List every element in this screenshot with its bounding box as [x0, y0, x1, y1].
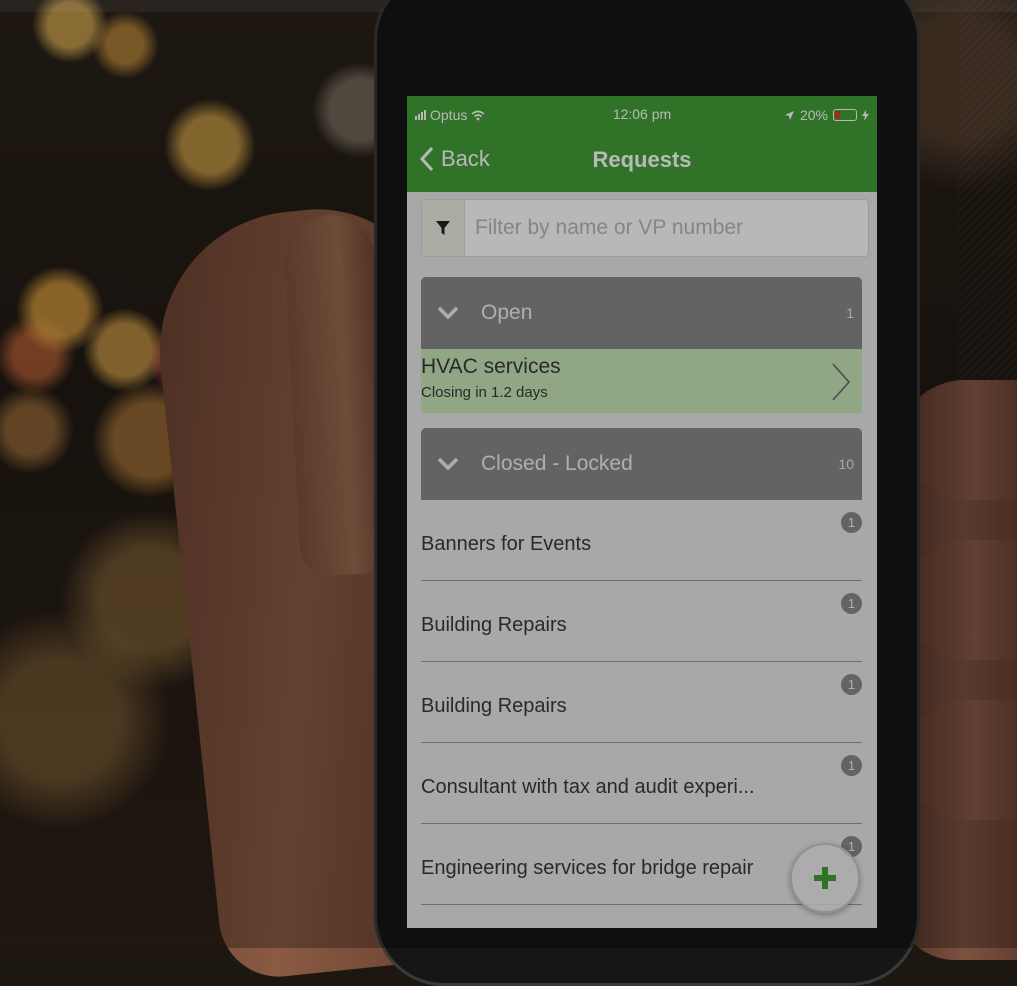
count-badge: 1 [841, 755, 862, 776]
filter-bar [421, 199, 869, 257]
filter-input[interactable] [465, 216, 868, 240]
list-item[interactable]: Banners for Events 1 [421, 500, 862, 581]
finger [905, 700, 1017, 820]
count-badge: 1 [841, 593, 862, 614]
plus-icon [814, 867, 836, 889]
item-title: Building Repairs [421, 695, 567, 717]
item-title: Engineering services for bridge repair [421, 857, 754, 879]
section-header-closed[interactable]: Closed - Locked 10 [421, 428, 862, 500]
section-count: 10 [838, 456, 854, 472]
chevron-right-icon [832, 363, 851, 401]
section-label: Open [481, 301, 533, 324]
list-item[interactable]: Building Repairs 1 [421, 581, 862, 662]
item-subtitle: Closing in 1.2 days [421, 384, 548, 401]
list-item[interactable]: Consultant with tax and audit experi... … [421, 743, 862, 824]
chevron-down-icon [437, 306, 459, 320]
filter-icon[interactable] [422, 200, 465, 256]
item-title: HVAC services [421, 355, 561, 378]
section-count: 1 [846, 305, 854, 321]
add-button[interactable] [790, 843, 860, 913]
battery-icon [833, 109, 857, 121]
page-title: Requests [592, 147, 692, 172]
chevron-down-icon [437, 457, 459, 471]
item-title: Banners for Events [421, 533, 592, 555]
status-bar: Optus 12:06 pm 20% [407, 96, 877, 134]
finger [905, 380, 1017, 500]
list-item[interactable]: HVAC services Closing in 1.2 days [421, 349, 862, 413]
item-title: Consultant with tax and audit experi... [421, 776, 755, 798]
status-time: 12:06 pm [612, 106, 672, 122]
count-badge: 1 [841, 674, 862, 695]
app-screen: Optus 12:06 pm 20% Back Requests Open 1 … [407, 96, 877, 928]
item-title: Building Repairs [421, 614, 567, 636]
finger [905, 540, 1017, 660]
nav-bar: Back Requests [407, 134, 877, 192]
section-label: Closed - Locked [481, 452, 633, 475]
list-item[interactable]: Building Repairs 1 [421, 662, 862, 743]
section-header-open[interactable]: Open 1 [421, 277, 862, 349]
count-badge: 1 [841, 512, 862, 533]
